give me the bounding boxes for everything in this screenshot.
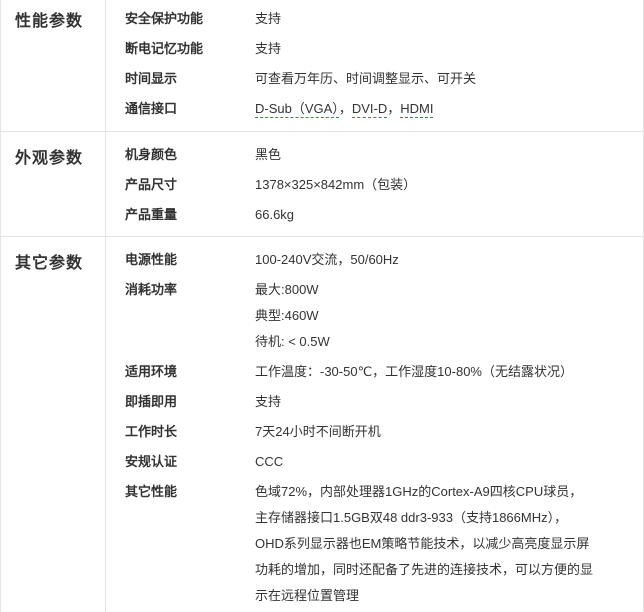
other-line: OHD系列显示器也EM策略节能技术，以减少高亮度显示屏 [255, 536, 590, 551]
other-line: 示在远程位置管理 [255, 588, 360, 603]
category-title: 外观参数 [15, 150, 84, 167]
other-line: 主存储器接口1.5GB双48 ddr3-933（支持1866MHz）， [255, 510, 568, 525]
section-other: 其它参数 电源性能 100-240V交流，50/60Hz 消耗功率 最大:800… [1, 236, 643, 612]
separator: ， [338, 101, 352, 116]
other-line: 功耗的增加，同时还配备了先进的连接技术，可以方便的显 [255, 562, 594, 577]
spec-label: 适用环境 [125, 364, 178, 379]
spec-label: 其它性能 [125, 484, 178, 499]
spec-label: 机身颜色 [125, 147, 178, 162]
spec-label: 时间显示 [125, 71, 178, 86]
section-performance: 性能参数 安全保护功能 支持 断电记忆功能 支持 时间显示 可查看万年历、时间调… [1, 0, 643, 131]
interface-link-vga[interactable]: D-Sub（VGA） [255, 101, 339, 118]
spec-row: 机身颜色 黑色 [105, 142, 643, 168]
spec-row: 即插即用 支持 [105, 389, 643, 415]
spec-row: 产品重量 66.6kg [105, 202, 643, 228]
spec-label: 电源性能 [125, 252, 178, 267]
power-line: 最大:800W [255, 282, 319, 297]
category-column: 其它参数 [1, 237, 106, 612]
interface-link-dvi[interactable]: DVI-D [351, 101, 388, 118]
spec-row: 工作时长 7天24小时不间断开机 [105, 419, 643, 445]
spec-label: 工作时长 [125, 424, 178, 439]
spec-label: 安全保护功能 [125, 11, 204, 26]
spec-value: CCC [255, 454, 284, 469]
spec-table: 性能参数 安全保护功能 支持 断电记忆功能 支持 时间显示 可查看万年历、时间调… [0, 0, 644, 612]
spec-value-multiline: 最大:800W 典型:460W 待机: < 0.5W [255, 277, 330, 355]
spec-row: 通信接口 D-Sub（VGA），DVI-D，HDMI [105, 96, 643, 122]
other-line: 色域72%，内部处理器1GHz的Cortex-A9四核CPU球员， [255, 484, 583, 499]
spec-row: 时间显示 可查看万年历、时间调整显示、可开关 [105, 66, 643, 92]
spec-row: 安规认证 CCC [105, 449, 643, 475]
spec-row: 电源性能 100-240V交流，50/60Hz [105, 247, 643, 273]
spec-value: 7天24小时不间断开机 [255, 424, 381, 439]
category-column: 外观参数 [1, 132, 106, 236]
spec-value: 黑色 [255, 147, 282, 162]
spec-value: 66.6kg [255, 207, 295, 222]
spec-value: 可查看万年历、时间调整显示、可开关 [255, 71, 477, 86]
spec-value-multiline: 色域72%，内部处理器1GHz的Cortex-A9四核CPU球员， 主存储器接口… [255, 479, 593, 609]
power-line: 典型:460W [255, 308, 319, 323]
spec-label: 即插即用 [125, 394, 178, 409]
spec-row: 产品尺寸 1378×325×842mm（包装） [105, 172, 643, 198]
spec-row: 断电记忆功能 支持 [105, 36, 643, 62]
spec-value: 支持 [255, 41, 282, 56]
section-appearance: 外观参数 机身颜色 黑色 产品尺寸 1378×325×842mm（包装） 产品重… [1, 131, 643, 236]
spec-value: 工作温度：-30-50℃，工作湿度10-80%（无结露状况） [255, 364, 573, 379]
interface-link-hdmi[interactable]: HDMI [400, 101, 434, 118]
spec-value: 支持 [255, 11, 282, 26]
spec-value-interfaces: D-Sub（VGA），DVI-D，HDMI [255, 96, 434, 122]
spec-row: 安全保护功能 支持 [105, 6, 643, 32]
spec-label: 产品尺寸 [125, 177, 178, 192]
separator: ， [387, 101, 401, 116]
spec-row: 适用环境 工作温度：-30-50℃，工作湿度10-80%（无结露状况） [105, 359, 643, 385]
spec-label: 安规认证 [125, 454, 178, 469]
spec-value: 支持 [255, 394, 282, 409]
spec-value: 100-240V交流，50/60Hz [255, 252, 399, 267]
spec-value: 1378×325×842mm（包装） [255, 177, 417, 192]
spec-label: 通信接口 [125, 101, 178, 116]
spec-label: 产品重量 [125, 207, 178, 222]
category-title: 性能参数 [15, 13, 84, 30]
spec-label: 断电记忆功能 [125, 41, 204, 56]
category-column: 性能参数 [1, 0, 106, 131]
category-title: 其它参数 [15, 255, 84, 272]
power-line: 待机: < 0.5W [255, 334, 330, 349]
spec-label: 消耗功率 [125, 282, 178, 297]
